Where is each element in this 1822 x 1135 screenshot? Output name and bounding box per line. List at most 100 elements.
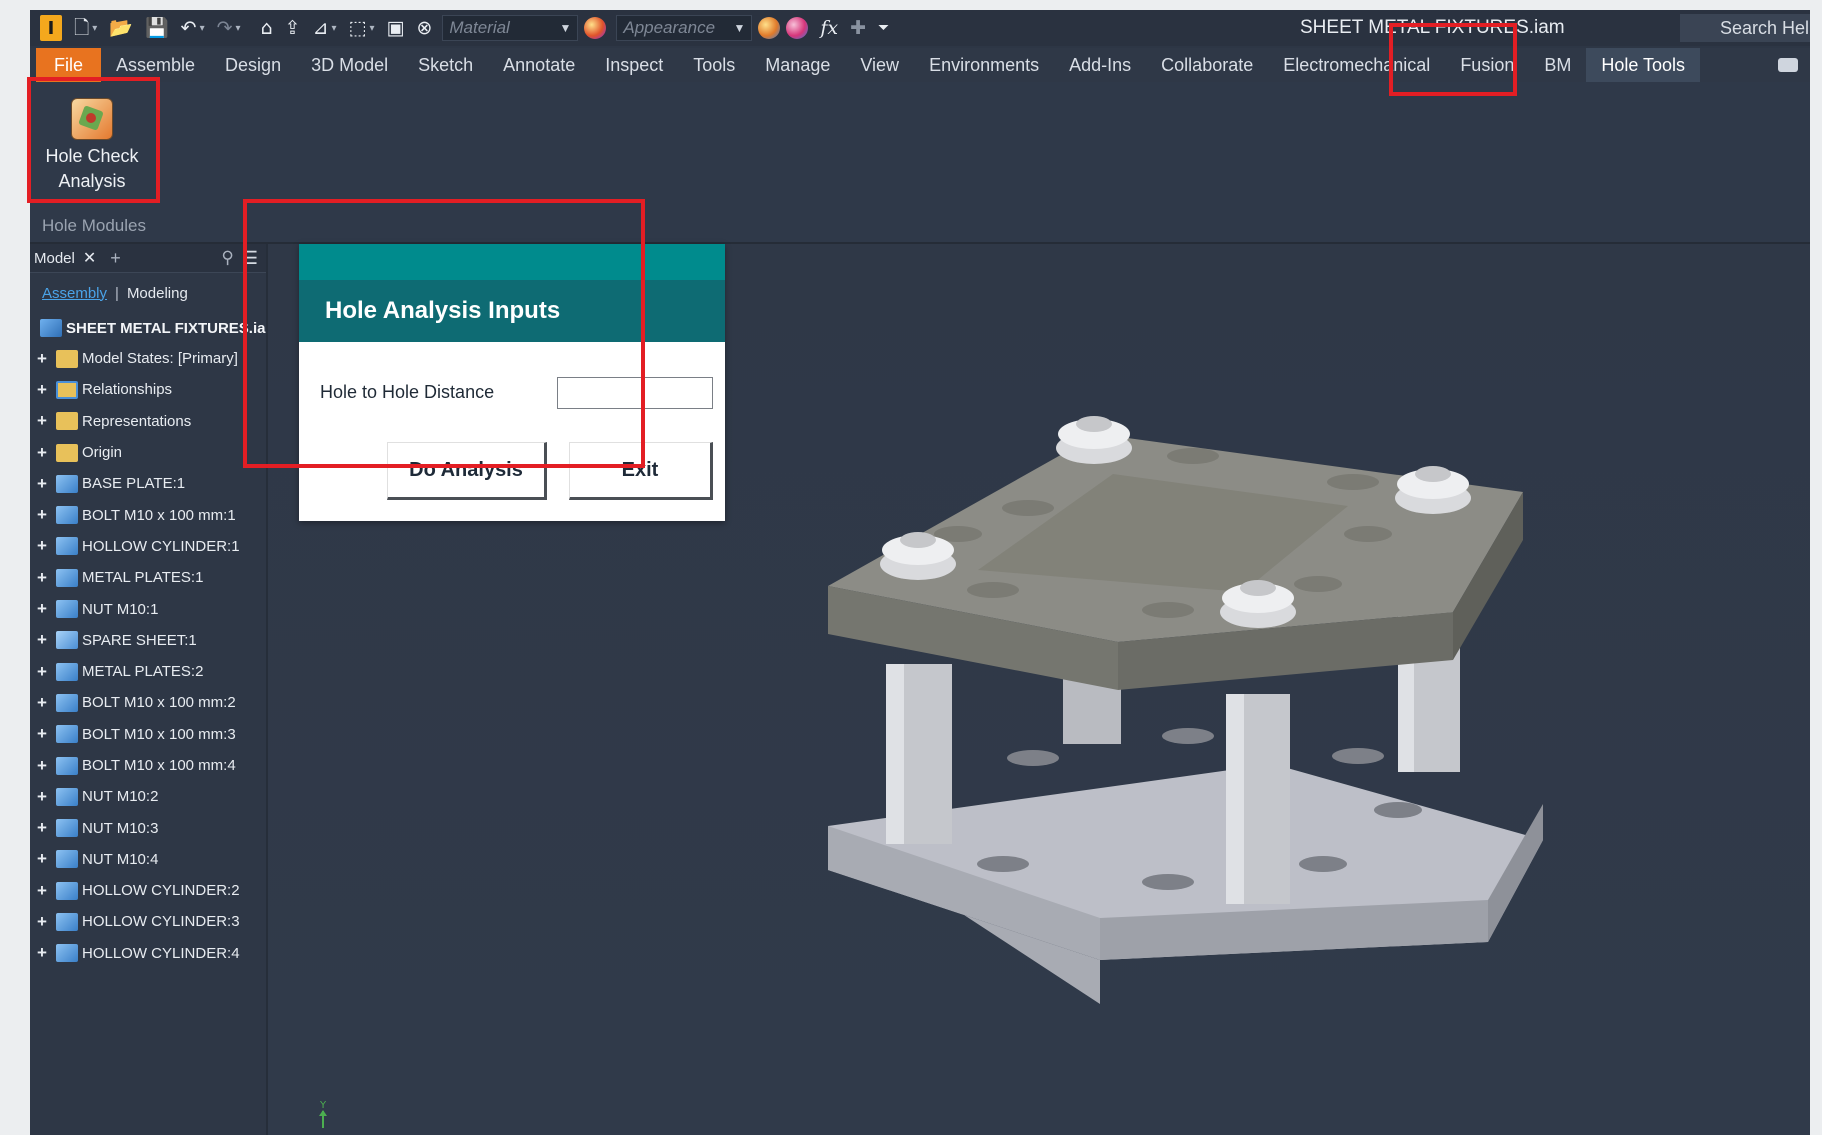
assembly-view-link[interactable]: Assembly xyxy=(42,285,107,302)
tab-add-ins[interactable]: Add-Ins xyxy=(1054,48,1146,82)
expand-icon[interactable]: + xyxy=(34,536,50,556)
tree-item[interactable]: + HOLLOW CYLINDER:2 xyxy=(30,875,266,906)
tree-item[interactable]: + Origin xyxy=(30,437,266,468)
expand-icon[interactable]: + xyxy=(34,849,50,869)
tree-item[interactable]: + NUT M10:4 xyxy=(30,844,266,875)
expand-icon[interactable]: + xyxy=(34,756,50,776)
ribbon-toggle-icon[interactable] xyxy=(1778,58,1798,72)
representations-icon xyxy=(56,412,78,431)
adjust-appearance-icon[interactable] xyxy=(758,17,781,39)
expand-icon[interactable]: + xyxy=(34,818,50,838)
expand-icon[interactable]: + xyxy=(34,724,50,744)
tree-item[interactable]: + METAL PLATES:2 xyxy=(30,656,266,687)
tab-sketch[interactable]: Sketch xyxy=(403,48,488,82)
expand-icon[interactable]: + xyxy=(34,443,50,463)
part-icon xyxy=(56,787,78,806)
plus-icon[interactable]: ✚ xyxy=(850,10,866,46)
part-icon xyxy=(56,693,78,712)
tab-design[interactable]: Design xyxy=(210,48,296,82)
expand-icon[interactable]: + xyxy=(34,505,50,525)
new-dropdown-icon[interactable]: ▾ xyxy=(92,23,97,34)
highlight-box-hole-tools-tab xyxy=(1389,23,1517,96)
close-icon[interactable]: ✕ xyxy=(83,248,96,268)
expand-icon[interactable]: + xyxy=(34,912,50,932)
tree-item[interactable]: + BOLT M10 x 100 mm:3 xyxy=(30,719,266,750)
tree-item-label: NUT M10:3 xyxy=(82,819,159,837)
tab-environments[interactable]: Environments xyxy=(914,48,1054,82)
tree-item[interactable]: + BOLT M10 x 100 mm:2 xyxy=(30,687,266,718)
tree-item[interactable]: + SPARE SHEET:1 xyxy=(30,625,266,656)
update-icon[interactable]: ⇪ xyxy=(285,10,301,46)
inventor-logo-icon[interactable]: I xyxy=(40,15,62,41)
expand-icon[interactable]: + xyxy=(34,380,50,400)
tab-inspect[interactable]: Inspect xyxy=(590,48,678,82)
tab-annotate[interactable]: Annotate xyxy=(488,48,590,82)
base-hole xyxy=(1162,728,1214,744)
expand-icon[interactable]: + xyxy=(34,943,50,963)
search-help-input[interactable]: Search Help & xyxy=(1680,14,1810,42)
chevron-down-icon: ▼ xyxy=(733,21,746,35)
part-icon xyxy=(56,662,78,681)
undo-icon[interactable]: ↶ xyxy=(181,10,197,46)
customize-dropdown-icon[interactable]: ⏷ xyxy=(878,10,889,46)
tree-item[interactable]: + Relationships xyxy=(30,374,266,405)
material-render-icon[interactable]: ⊗ xyxy=(416,10,432,46)
open-folder-icon[interactable]: 📂 xyxy=(109,10,133,46)
redo-dropdown-icon[interactable]: ▾ xyxy=(236,23,241,34)
tree-item[interactable]: + Model States: [Primary] xyxy=(30,343,266,374)
new-file-icon[interactable]: 🗋 xyxy=(74,10,89,46)
add-browser-icon[interactable]: + xyxy=(110,248,121,269)
measure-dropdown-icon[interactable]: ▾ xyxy=(331,23,336,34)
tree-item[interactable]: + Representations xyxy=(30,406,266,437)
top-hole xyxy=(1294,576,1342,592)
tree-item[interactable]: + NUT M10:3 xyxy=(30,812,266,843)
ipart-icon[interactable]: ▣ xyxy=(386,10,404,46)
expand-icon[interactable]: + xyxy=(34,630,50,650)
expand-icon[interactable]: + xyxy=(34,411,50,431)
tab-tools[interactable]: Tools xyxy=(678,48,750,82)
select-dropdown-icon[interactable]: ▾ xyxy=(369,23,374,34)
expand-icon[interactable]: + xyxy=(34,349,50,369)
cylinder-highlight xyxy=(886,664,904,844)
expand-icon[interactable]: + xyxy=(34,693,50,713)
save-icon[interactable]: 💾 xyxy=(145,10,169,46)
tab-bm[interactable]: BM xyxy=(1529,48,1586,82)
tree-item[interactable]: + METAL PLATES:1 xyxy=(30,562,266,593)
appearance-select[interactable]: Appearance ▼ xyxy=(616,15,753,41)
browser-title[interactable]: Model xyxy=(34,250,75,267)
tree-item[interactable]: + HOLLOW CYLINDER:4 xyxy=(30,938,266,969)
top-hole xyxy=(1002,500,1054,516)
tab-3d-model[interactable]: 3D Model xyxy=(296,48,403,82)
modeling-view-link[interactable]: Modeling xyxy=(127,285,188,302)
expand-icon[interactable]: + xyxy=(34,787,50,807)
tree-item[interactable]: + BOLT M10 x 100 mm:1 xyxy=(30,499,266,530)
expand-icon[interactable]: + xyxy=(34,662,50,682)
tab-manage[interactable]: Manage xyxy=(750,48,845,82)
tree-item[interactable]: + BASE PLATE:1 xyxy=(30,468,266,499)
tree-item[interactable]: + HOLLOW CYLINDER:1 xyxy=(30,531,266,562)
clear-appearance-icon[interactable] xyxy=(786,17,809,39)
tree-root[interactable]: SHEET METAL FIXTURES.iam xyxy=(30,313,266,343)
measure-icon[interactable]: ⊿ xyxy=(313,10,329,46)
tree-item[interactable]: + BOLT M10 x 100 mm:4 xyxy=(30,750,266,781)
expand-icon[interactable]: + xyxy=(34,599,50,619)
select-icon[interactable]: ⬚ xyxy=(349,10,367,46)
home-icon[interactable]: ⌂ xyxy=(261,10,273,46)
tab-view[interactable]: View xyxy=(845,48,914,82)
search-icon[interactable]: ⚲ xyxy=(221,248,233,268)
appearance-ball-icon[interactable] xyxy=(584,17,607,39)
expand-icon[interactable]: + xyxy=(34,568,50,588)
material-select[interactable]: Material ▼ xyxy=(442,15,579,41)
tab-hole-tools[interactable]: Hole Tools xyxy=(1586,48,1701,82)
redo-icon[interactable]: ↷ xyxy=(217,10,233,46)
expand-icon[interactable]: + xyxy=(34,881,50,901)
fx-parameters-icon[interactable]: fx xyxy=(820,10,838,46)
expand-icon[interactable]: + xyxy=(34,474,50,494)
tree-item[interactable]: + HOLLOW CYLINDER:3 xyxy=(30,906,266,937)
view-separator: | xyxy=(115,284,119,302)
tree-item[interactable]: + NUT M10:1 xyxy=(30,593,266,624)
tree-item[interactable]: + NUT M10:2 xyxy=(30,781,266,812)
tree-root-label: SHEET METAL FIXTURES.iam xyxy=(66,319,266,337)
tab-collaborate[interactable]: Collaborate xyxy=(1146,48,1268,82)
undo-dropdown-icon[interactable]: ▾ xyxy=(200,23,205,34)
